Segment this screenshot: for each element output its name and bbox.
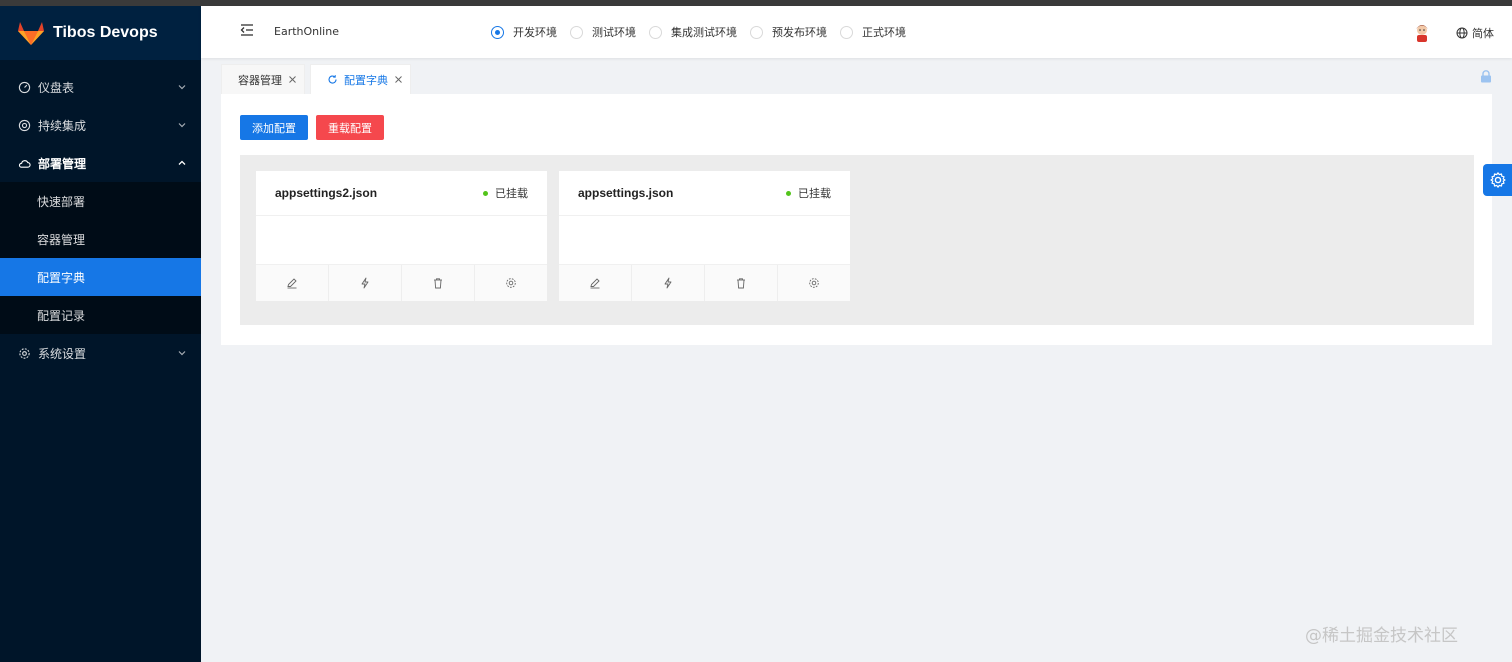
trash-icon	[434, 278, 442, 289]
card-header: appsettings2.json 已挂载	[256, 171, 547, 216]
language-label: 简体	[1472, 27, 1494, 40]
delete-button[interactable]	[402, 265, 475, 301]
card-body	[559, 216, 850, 264]
card-actions	[256, 264, 547, 301]
reload-icon[interactable]	[327, 74, 338, 85]
sidebar-item-ci[interactable]: 持续集成	[0, 106, 201, 144]
gear-icon	[1489, 172, 1506, 188]
sidebar-item-label: 系统设置	[38, 346, 87, 361]
settings-button[interactable]	[475, 265, 547, 301]
dashboard-icon	[18, 81, 31, 94]
logo[interactable]: Tibos Devops	[0, 6, 201, 60]
status-dot	[786, 190, 791, 196]
sidebar-item-config-log[interactable]: 配置记录	[0, 296, 201, 334]
tab-containers[interactable]: 容器管理	[221, 64, 305, 94]
settings-button[interactable]	[778, 265, 850, 301]
page-tabs: 容器管理 配置字典	[221, 64, 416, 94]
edit-button[interactable]	[559, 265, 632, 301]
status-text: 已挂载	[495, 187, 528, 200]
status-text: 已挂载	[798, 187, 831, 200]
env-radio-dev[interactable]: 开发环境	[491, 24, 557, 40]
menu-fold-icon[interactable]	[239, 22, 255, 38]
sidebar-menu: 仪盘表 持续集成 部署管理 快速部署 容器管理 配置字典 配置记录 系统设置	[0, 68, 201, 372]
card-actions	[559, 264, 850, 301]
sidebar-item-containers[interactable]: 容器管理	[0, 220, 201, 258]
sidebar-item-settings[interactable]: 系统设置	[0, 334, 201, 372]
sidebar: Tibos Devops 仪盘表 持续集成 部署管理 快速部署 容器管理 配置字…	[0, 6, 201, 662]
reload-config-button[interactable]: 重载配置	[316, 115, 384, 140]
trash-icon	[737, 278, 745, 289]
add-config-button[interactable]: 添加配置	[240, 115, 308, 140]
env-label: 预发布环境	[772, 26, 827, 39]
deploy-button[interactable]	[329, 265, 402, 301]
config-card-list: appsettings2.json 已挂载 appsettings.json 已…	[240, 155, 1474, 325]
sidebar-item-label: 持续集成	[38, 118, 87, 133]
radio-checked[interactable]	[491, 25, 504, 39]
close-icon[interactable]	[394, 75, 403, 84]
thunderbolt-icon	[361, 277, 369, 289]
project-name: EarthOnline	[274, 25, 339, 38]
ci-icon	[18, 119, 31, 132]
env-label: 正式环境	[862, 26, 906, 39]
sidebar-item-deploy[interactable]: 部署管理	[0, 144, 201, 182]
watermark: @稀土掘金技术社区	[1305, 626, 1458, 646]
close-icon[interactable]	[288, 75, 297, 84]
config-name: appsettings2.json	[275, 186, 378, 200]
config-name: appsettings.json	[578, 186, 674, 200]
env-radio-integration[interactable]: 集成测试环境	[649, 24, 737, 40]
sidebar-item-quick-deploy[interactable]: 快速部署	[0, 182, 201, 220]
gear-icon	[506, 278, 516, 288]
radio[interactable]	[570, 25, 583, 39]
config-card: appsettings.json 已挂载	[559, 171, 850, 301]
language-switch[interactable]: 简体	[1456, 25, 1494, 41]
thunderbolt-icon	[664, 277, 672, 289]
sidebar-item-config-dict[interactable]: 配置字典	[0, 258, 201, 296]
radio[interactable]	[750, 25, 763, 39]
chevron-up-icon	[177, 158, 187, 168]
app-title: Tibos Devops	[53, 24, 158, 41]
env-label: 开发环境	[513, 26, 557, 39]
tab-label: 容器管理	[238, 73, 282, 87]
radio[interactable]	[840, 25, 853, 39]
gear-icon	[809, 278, 819, 288]
sidebar-item-label: 部署管理	[38, 156, 87, 171]
tab-config-dict[interactable]: 配置字典	[310, 64, 411, 94]
env-label: 测试环境	[592, 26, 636, 39]
environment-radio-group: 开发环境 测试环境 集成测试环境 预发布环境 正式环境	[491, 24, 919, 40]
globe-icon	[1456, 27, 1468, 39]
cloud-icon	[18, 157, 31, 170]
edit-icon	[287, 278, 297, 289]
sidebar-item-label: 仪盘表	[38, 80, 75, 95]
env-radio-staging[interactable]: 预发布环境	[750, 24, 827, 40]
status-badge: 已挂载	[786, 185, 831, 201]
chevron-down-icon	[177, 348, 187, 358]
chevron-down-icon	[177, 120, 187, 130]
card-body	[256, 216, 547, 264]
edit-button[interactable]	[256, 265, 329, 301]
radio[interactable]	[649, 25, 662, 39]
lock-icon[interactable]	[1480, 70, 1492, 83]
gitlab-fox-icon	[18, 22, 44, 45]
config-card: appsettings2.json 已挂载	[256, 171, 547, 301]
main-content: 添加配置 重载配置 appsettings2.json 已挂载 appsetti…	[221, 94, 1492, 345]
gear-icon	[18, 347, 31, 360]
status-dot	[483, 190, 488, 196]
edit-icon	[590, 278, 600, 289]
delete-button[interactable]	[705, 265, 778, 301]
avatar[interactable]	[1413, 22, 1431, 42]
deploy-submenu: 快速部署 容器管理 配置字典 配置记录	[0, 182, 201, 334]
card-header: appsettings.json 已挂载	[559, 171, 850, 216]
deploy-button[interactable]	[632, 265, 705, 301]
env-radio-prod[interactable]: 正式环境	[840, 24, 906, 40]
settings-drawer-button[interactable]	[1483, 164, 1512, 196]
tab-label: 配置字典	[344, 73, 388, 87]
top-header: EarthOnline 开发环境 测试环境 集成测试环境 预发布环境 正式环境	[201, 6, 1512, 58]
env-radio-test[interactable]: 测试环境	[570, 24, 636, 40]
chevron-down-icon	[177, 82, 187, 92]
env-label: 集成测试环境	[671, 26, 737, 39]
sidebar-item-dashboard[interactable]: 仪盘表	[0, 68, 201, 106]
status-badge: 已挂载	[483, 185, 528, 201]
